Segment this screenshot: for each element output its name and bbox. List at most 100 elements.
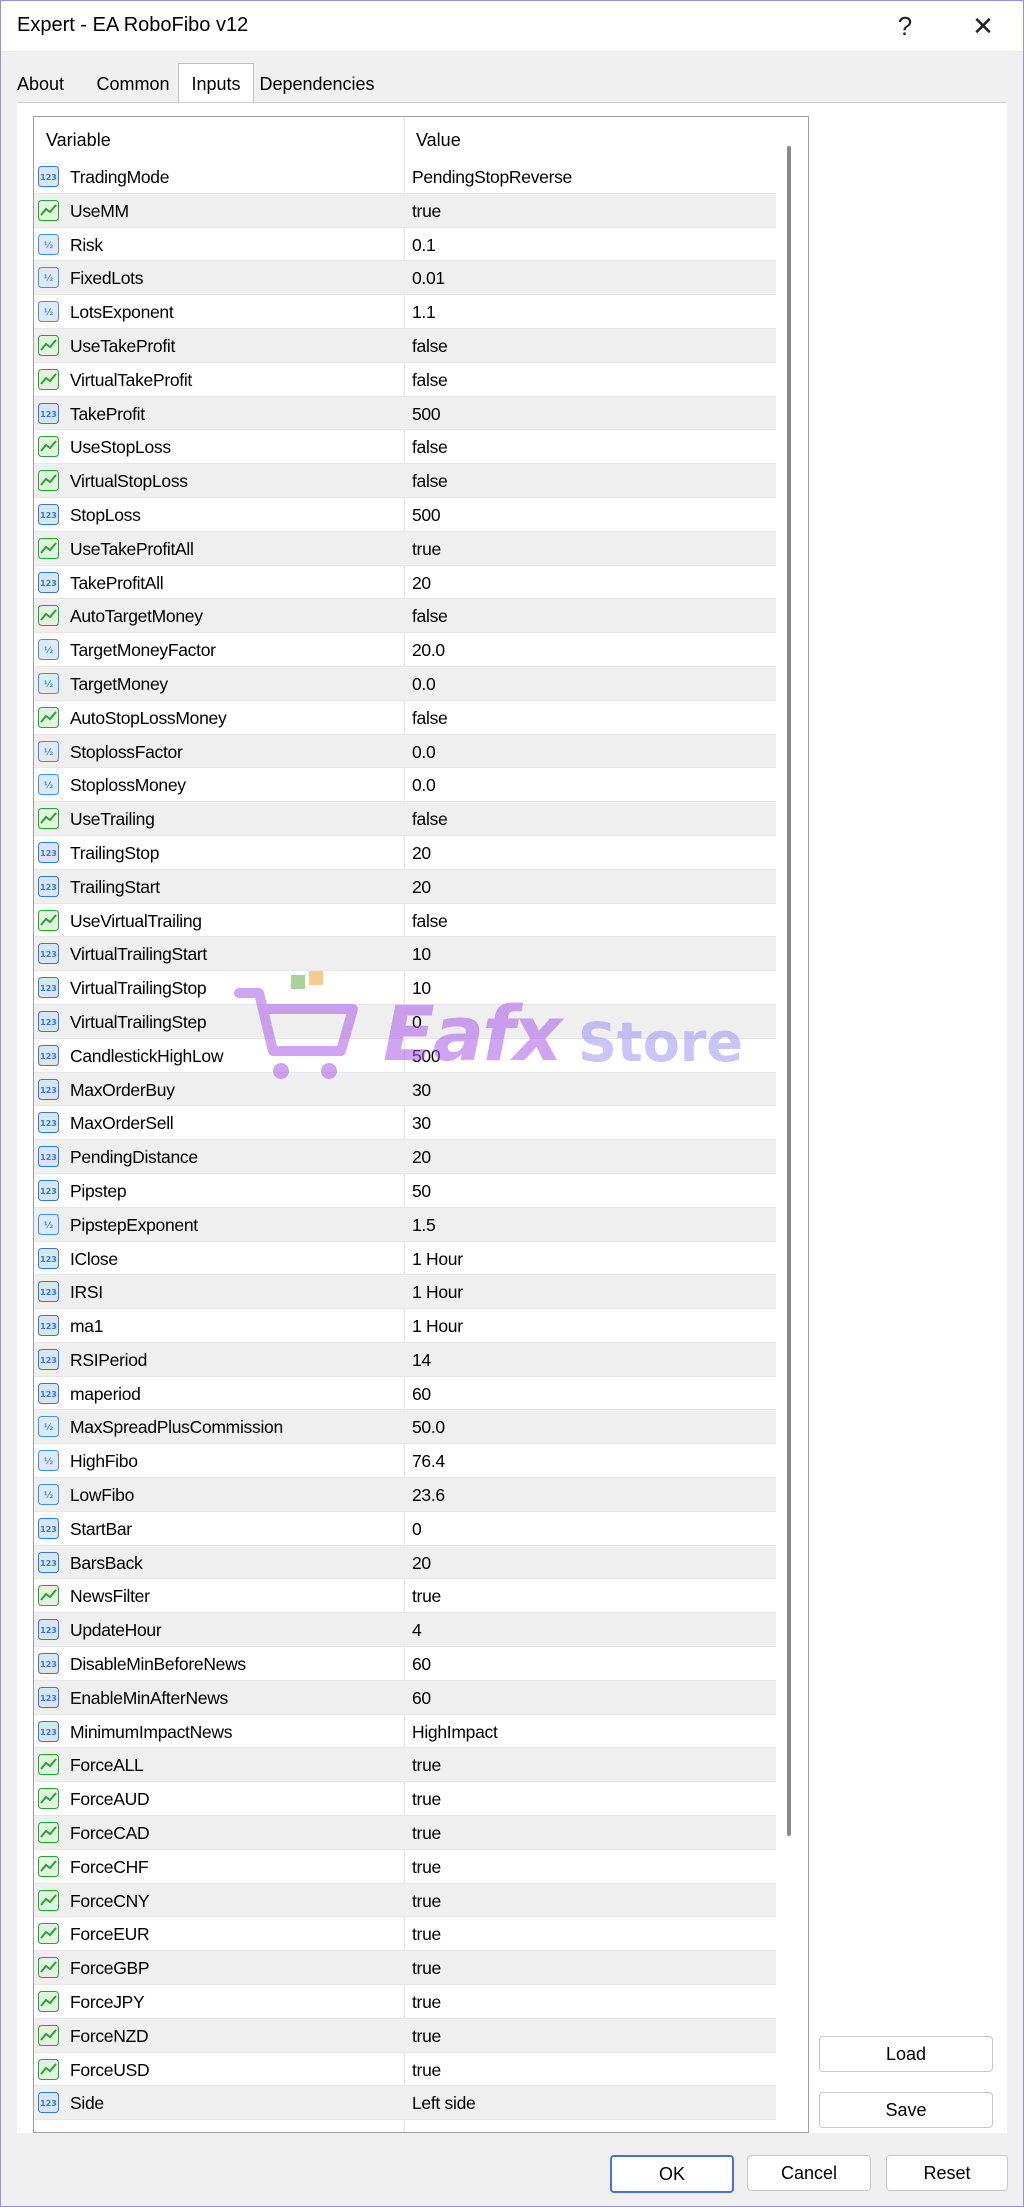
variable-value[interactable]: 4 xyxy=(412,1613,422,1646)
variable-value[interactable]: 20 xyxy=(412,566,431,599)
variable-value[interactable]: true xyxy=(412,1748,441,1781)
variable-value[interactable]: true xyxy=(412,532,441,565)
variable-value[interactable]: 1 Hour xyxy=(412,1309,463,1342)
variable-value[interactable]: true xyxy=(412,1917,441,1950)
variable-value[interactable]: true xyxy=(412,1884,441,1917)
variable-value[interactable]: 20.0 xyxy=(412,633,445,666)
table-row[interactable]: 123 DisableMinBeforeNews 60 xyxy=(34,1647,776,1681)
variable-value[interactable]: 23.6 xyxy=(412,1478,445,1511)
table-row[interactable]: ½ StoplossFactor 0.0 xyxy=(34,734,776,769)
table-row[interactable]: AutoStopLossMoney false xyxy=(34,701,776,735)
tab-inputs[interactable]: Inputs xyxy=(178,63,254,104)
table-row[interactable]: 123 TakeProfit 500 xyxy=(34,396,776,431)
table-row[interactable]: NewsFilter true xyxy=(34,1579,776,1614)
grid-scrollbar[interactable] xyxy=(787,146,791,1836)
save-button[interactable]: Save xyxy=(819,2092,993,2128)
table-row[interactable]: ½ TargetMoneyFactor 20.0 xyxy=(34,633,776,667)
table-row[interactable]: ½ MaxSpreadPlusCommission 50.0 xyxy=(34,1410,776,1445)
table-row[interactable]: ½ StoplossMoney 0.0 xyxy=(34,768,776,803)
variable-value[interactable]: PendingStopReverse xyxy=(412,160,572,193)
tab-common[interactable]: Common xyxy=(95,67,171,101)
variable-value[interactable]: true xyxy=(412,2019,441,2052)
variable-value[interactable]: 50 xyxy=(412,1174,431,1207)
variable-value[interactable]: true xyxy=(412,1951,441,1984)
variable-value[interactable]: 500 xyxy=(412,1039,441,1072)
variable-value[interactable]: 20 xyxy=(412,1140,431,1173)
table-row[interactable]: ForceNZD true xyxy=(34,2018,776,2053)
table-row[interactable]: 123 VirtualTrailingStop 10 xyxy=(34,971,776,1005)
table-row[interactable]: 123 BarsBack 20 xyxy=(34,1545,776,1580)
variable-value[interactable]: true xyxy=(412,1850,441,1883)
variable-value[interactable]: 1 Hour xyxy=(412,1242,463,1275)
variable-value[interactable]: 20 xyxy=(412,836,431,869)
table-row[interactable]: 123 TakeProfitAll 20 xyxy=(34,566,776,600)
table-row[interactable]: ½ LowFibo 23.6 xyxy=(34,1478,776,1512)
table-row[interactable]: 123 VirtualTrailingStep 0 xyxy=(34,1004,776,1039)
variable-value[interactable]: false xyxy=(412,599,448,632)
variable-value[interactable]: 500 xyxy=(412,498,441,531)
variable-value[interactable]: false xyxy=(412,430,448,463)
table-row[interactable]: 123 PendingDistance 20 xyxy=(34,1140,776,1174)
table-row[interactable]: UseTakeProfitAll true xyxy=(34,531,776,566)
variable-value[interactable]: true xyxy=(412,2053,441,2086)
reset-button[interactable]: Reset xyxy=(886,2155,1008,2191)
variable-value[interactable]: 60 xyxy=(412,1681,431,1714)
variable-value[interactable]: 76.4 xyxy=(412,1444,445,1477)
table-row[interactable]: 123 StopLoss 500 xyxy=(34,498,776,532)
column-header-variable[interactable]: Variable xyxy=(34,117,404,161)
table-row[interactable]: UseVirtualTrailing false xyxy=(34,904,776,938)
variable-value[interactable]: HighImpact xyxy=(412,1715,498,1748)
table-row[interactable]: 123 IClose 1 Hour xyxy=(34,1242,776,1276)
table-row[interactable]: ForceJPY true xyxy=(34,1985,776,2019)
variable-value[interactable]: true xyxy=(412,1782,441,1815)
variable-value[interactable]: true xyxy=(412,1985,441,2018)
table-row[interactable]: UseTakeProfit false xyxy=(34,328,776,363)
variable-value[interactable]: true xyxy=(412,1579,441,1612)
table-row[interactable]: 123 CandlestickHighLow 500 xyxy=(34,1039,776,1073)
variable-value[interactable]: 0.01 xyxy=(412,261,445,294)
table-row[interactable]: UseStopLoss false xyxy=(34,430,776,465)
load-button[interactable]: Load xyxy=(819,2036,993,2072)
table-row[interactable]: ForceAUD true xyxy=(34,1782,776,1817)
variable-value[interactable]: false xyxy=(412,464,448,497)
variable-value[interactable]: false xyxy=(412,802,448,835)
variable-value[interactable]: 0.0 xyxy=(412,768,436,801)
table-row[interactable]: ½ Risk 0.1 xyxy=(34,228,776,262)
variable-value[interactable]: false xyxy=(412,363,448,396)
variable-value[interactable]: 14 xyxy=(412,1343,431,1376)
variable-value[interactable]: 30 xyxy=(412,1073,431,1106)
variable-value[interactable]: false xyxy=(412,701,448,734)
table-row[interactable]: ForceEUR true xyxy=(34,1917,776,1952)
table-row[interactable]: 123 Pipstep 50 xyxy=(34,1174,776,1208)
table-row[interactable]: 123 Side Left side xyxy=(34,2086,776,2121)
variable-value[interactable]: 0 xyxy=(412,1005,422,1038)
table-row[interactable]: 123 MaxOrderBuy 30 xyxy=(34,1072,776,1107)
table-row[interactable]: 123 MaxOrderSell 30 xyxy=(34,1106,776,1141)
table-row[interactable]: VirtualTakeProfit false xyxy=(34,363,776,397)
table-row[interactable]: ForceGBP true xyxy=(34,1951,776,1986)
variable-value[interactable]: 1 Hour xyxy=(412,1275,463,1308)
variable-value[interactable]: 60 xyxy=(412,1647,431,1680)
table-row[interactable]: 123 MinimumImpactNews HighImpact xyxy=(34,1715,776,1749)
table-row[interactable]: ForceCNY true xyxy=(34,1883,776,1918)
table-row[interactable]: 123 TrailingStop 20 xyxy=(34,836,776,870)
table-row[interactable]: 123 maperiod 60 xyxy=(34,1377,776,1411)
table-row[interactable]: 123 IRSI 1 Hour xyxy=(34,1275,776,1310)
table-row[interactable]: ½ TargetMoney 0.0 xyxy=(34,666,776,701)
variable-value[interactable]: 20 xyxy=(412,870,431,903)
table-row[interactable]: ForceUSD true xyxy=(34,2053,776,2087)
variable-value[interactable]: 500 xyxy=(412,397,441,430)
column-header-value[interactable]: Value xyxy=(404,117,776,161)
table-row[interactable]: 123 StartBar 0 xyxy=(34,1512,776,1546)
table-row[interactable]: 123 VirtualTrailingStart 10 xyxy=(34,937,776,972)
variable-value[interactable]: 60 xyxy=(412,1377,431,1410)
table-row[interactable]: VirtualStopLoss false xyxy=(34,464,776,498)
variable-value[interactable]: true xyxy=(412,194,441,227)
table-row[interactable]: UseTrailing false xyxy=(34,802,776,836)
variable-value[interactable]: 0.0 xyxy=(412,667,436,700)
table-row[interactable]: 123 RSIPeriod 14 xyxy=(34,1342,776,1377)
table-row[interactable]: ½ PipstepExponent 1.5 xyxy=(34,1207,776,1242)
table-row[interactable]: 123 UpdateHour 4 xyxy=(34,1613,776,1648)
close-button[interactable]: ✕ xyxy=(963,9,1003,43)
variable-value[interactable]: 10 xyxy=(412,971,431,1004)
